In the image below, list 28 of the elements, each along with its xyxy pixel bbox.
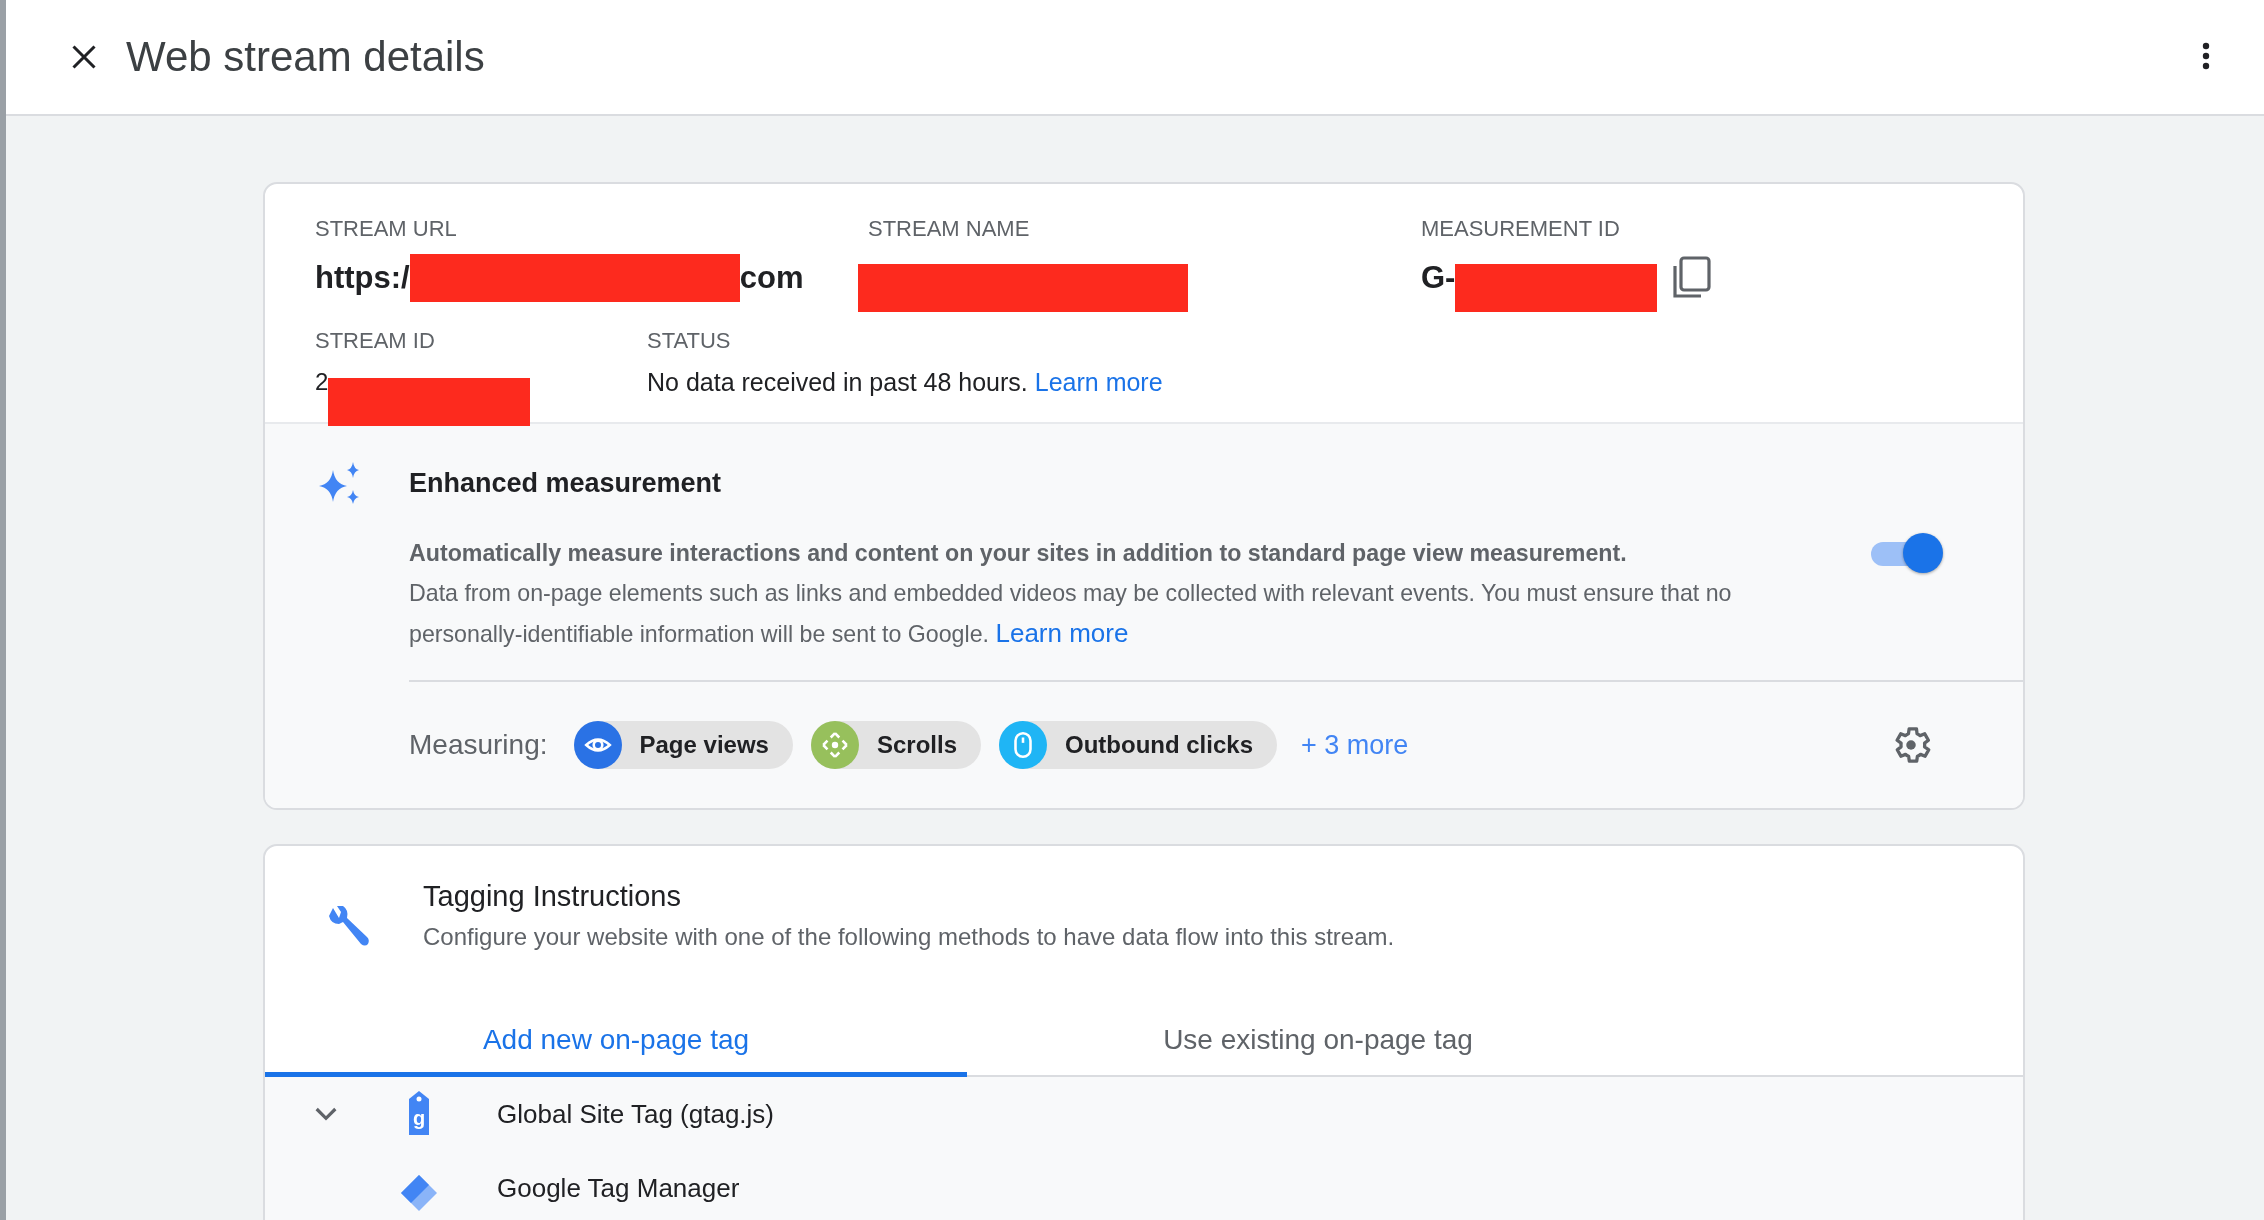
field-label: STREAM NAME [868, 216, 1031, 242]
learn-more-link[interactable]: Learn more [995, 618, 1129, 648]
field-value: 2 [315, 368, 329, 396]
field-label: MEASUREMENT ID [1421, 216, 1621, 242]
measuring-label: Measuring: [409, 729, 548, 761]
more-options-icon[interactable] [2202, 41, 2210, 70]
method-label[interactable]: Global Site Tag (gtag.js) [497, 1098, 774, 1130]
copy-icon[interactable] [1671, 256, 1712, 300]
page-title: Web stream details [126, 33, 486, 81]
learn-more-link[interactable]: Learn more [1034, 368, 1163, 396]
field-label: STREAM ID [315, 328, 436, 354]
field-value: G- [1421, 260, 1456, 296]
field-value: https:/ [315, 260, 410, 296]
measure-chip[interactable]: Outbound clicks [999, 721, 1277, 769]
section-title: Enhanced measurement [409, 468, 723, 499]
toggle-switch[interactable] [1869, 533, 1945, 573]
section-title: Tagging Instructions [423, 880, 682, 913]
measure-chip[interactable]: Page views [573, 721, 793, 769]
description-text: Automatically measure interactions and content on your sites in addition to standard page view measurement. Data from on-page elements such as links and embedded videos may be collected with relevant events. You must ensure that no personally-identifiable information will be sent to Google. Learn more [409, 539, 1733, 650]
measure-chip[interactable]: Scrolls [810, 721, 981, 769]
field-label: STREAM URL [315, 216, 458, 242]
field-label: STATUS [647, 328, 732, 354]
method-label[interactable]: Google Tag Manager [497, 1172, 740, 1204]
section-subtitle: Configure your website with one of the following methods to have data flow into this stream. [423, 923, 1395, 950]
tab[interactable]: Use existing on-page tag [967, 1007, 1669, 1077]
field-value: com [739, 260, 804, 296]
status-text: No data received in past 48 hours. Learn more [647, 368, 1163, 396]
close-icon[interactable] [70, 43, 98, 71]
